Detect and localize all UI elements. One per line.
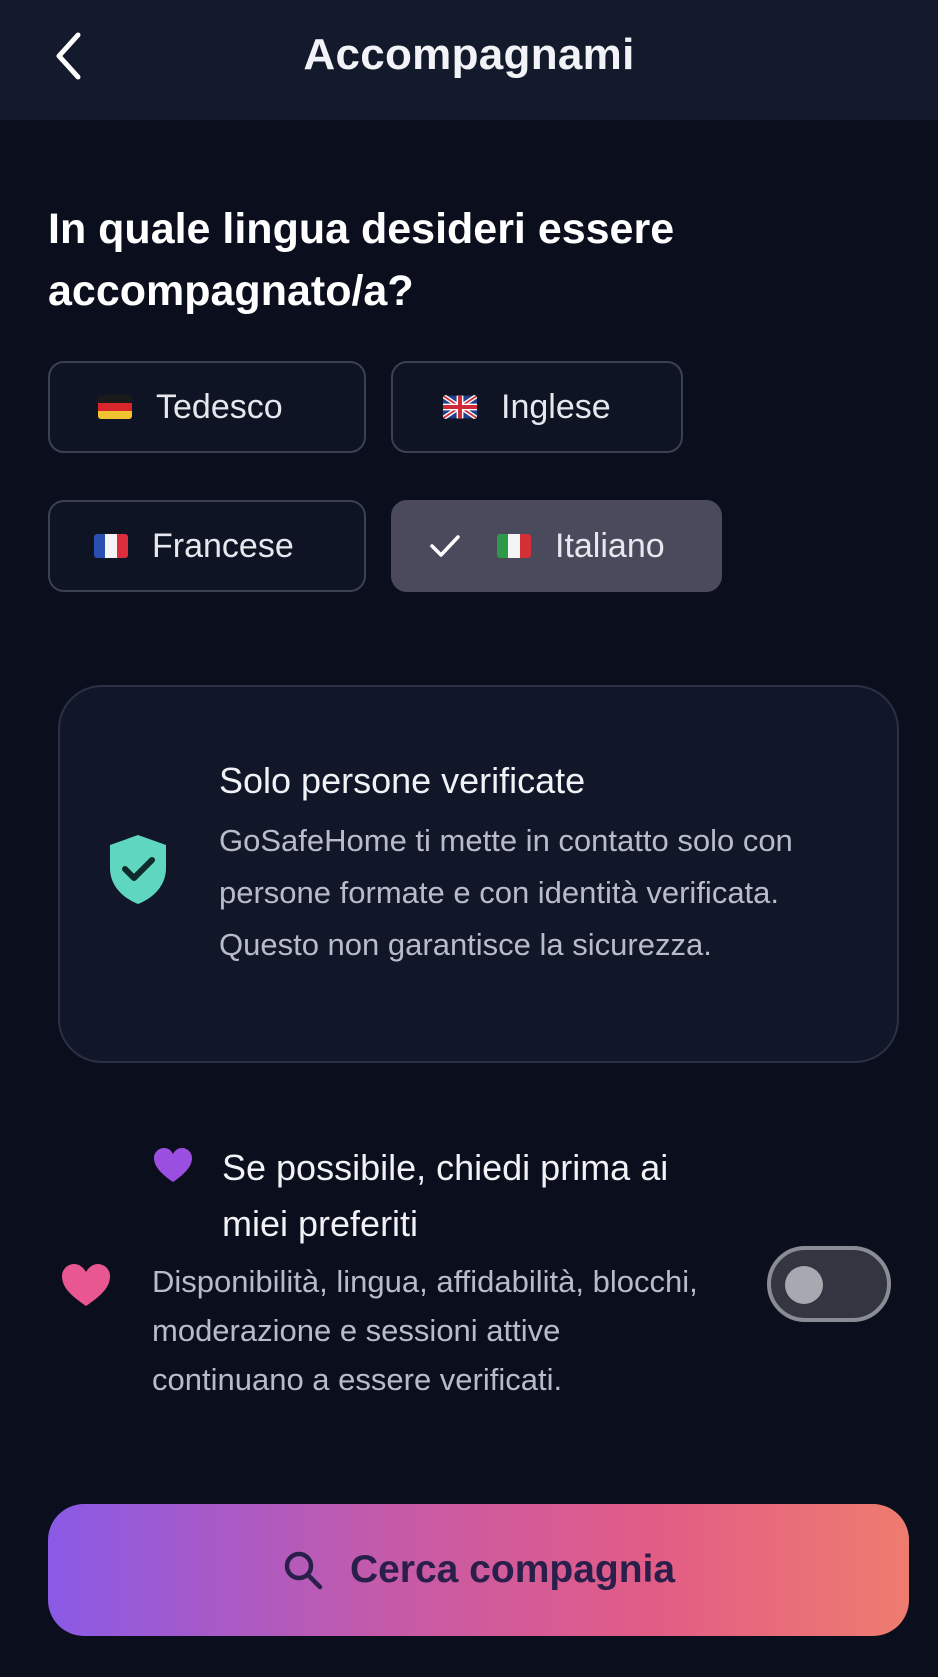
- search-companion-button[interactable]: Cerca compagnia: [48, 1504, 909, 1636]
- favorites-description: Disponibilità, lingua, affidabilità, blo…: [152, 1264, 698, 1397]
- language-chip-francese[interactable]: Francese: [48, 500, 366, 592]
- favorites-toggle[interactable]: [767, 1246, 891, 1322]
- language-chip-label: Italiano: [555, 526, 665, 565]
- favorites-title: Se possibile, chiedi prima ai miei prefe…: [222, 1147, 669, 1244]
- chevron-left-icon: [56, 32, 81, 80]
- language-chip-label: Tedesco: [156, 387, 283, 426]
- search-companion-label: Cerca compagnia: [349, 1548, 676, 1591]
- language-chip-tedesco[interactable]: Tedesco: [48, 361, 366, 453]
- fr-flag-icon: [94, 534, 128, 558]
- back-button[interactable]: [36, 20, 100, 92]
- info-card-text: GoSafeHome ti mette in contatto solo con…: [219, 823, 793, 962]
- it-flag-icon: [497, 534, 531, 558]
- info-card-title: Solo persone verificate: [219, 760, 586, 801]
- language-chip-inglese[interactable]: Inglese: [391, 361, 683, 453]
- shield-check-icon: [110, 835, 166, 904]
- language-chip-label: Inglese: [501, 387, 611, 426]
- page: Accompagnami In quale lingua desideri es…: [0, 0, 938, 1677]
- header-bar: Accompagnami: [0, 0, 938, 120]
- language-chip-label: Francese: [152, 526, 294, 565]
- purple-heart-icon: [154, 1148, 192, 1182]
- page-title: Accompagnami: [303, 30, 635, 79]
- de-flag-icon: [98, 395, 132, 419]
- uk-flag-icon: [443, 395, 477, 419]
- toggle-knob: [785, 1266, 823, 1304]
- language-chip-italiano[interactable]: Italiano: [391, 500, 722, 592]
- check-icon: [429, 533, 461, 559]
- heart-icon: [62, 1264, 110, 1306]
- language-question: In quale lingua desideri essere accompag…: [48, 205, 675, 315]
- search-icon: [282, 1549, 324, 1591]
